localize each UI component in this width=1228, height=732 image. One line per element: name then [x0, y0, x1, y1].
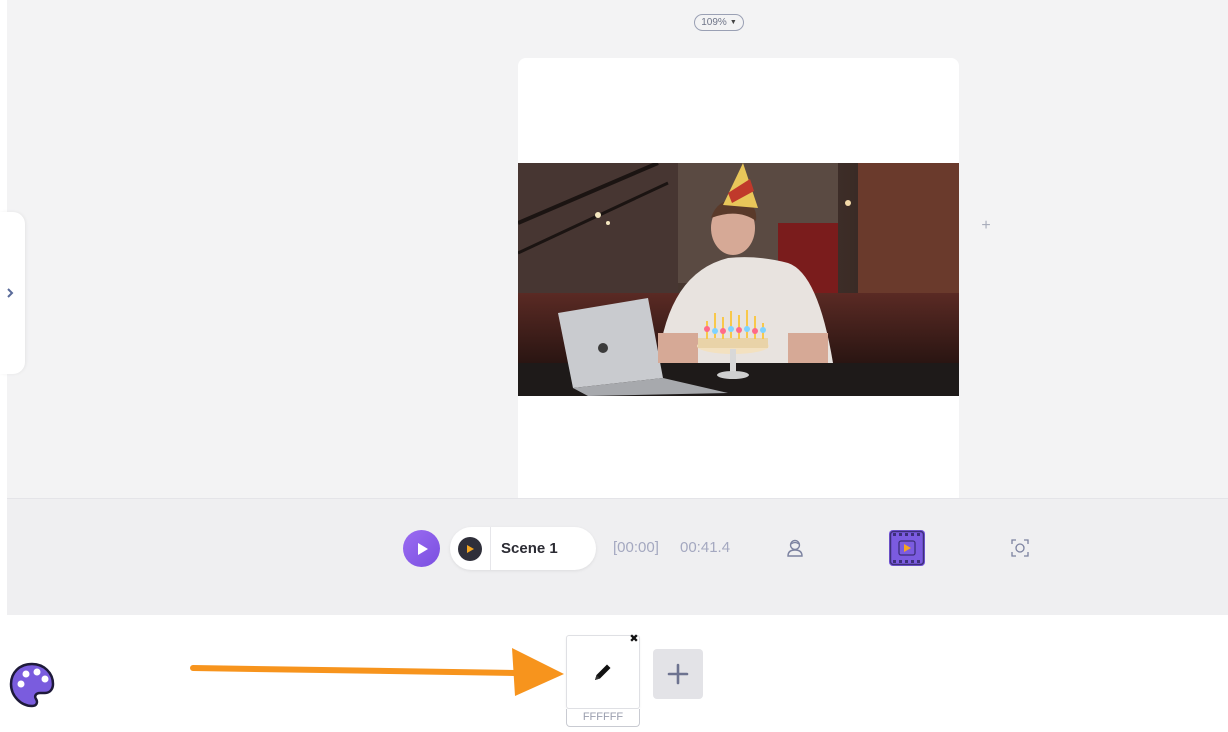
film-play-icon [889, 530, 925, 566]
current-time: [00:00] [613, 539, 659, 556]
chevron-right-icon [6, 288, 13, 298]
plus-icon [667, 663, 689, 685]
remove-swatch-close-icon[interactable]: ✖ [628, 633, 640, 645]
annotation-arrow [190, 640, 570, 705]
video-film-button[interactable] [889, 530, 925, 566]
play-icon [417, 542, 428, 555]
play-button[interactable] [403, 530, 440, 567]
scene-label: Scene 1 [501, 540, 558, 557]
add-element-plus-icon[interactable]: + [979, 218, 993, 234]
birthday-photo-image [518, 163, 959, 396]
character-avatar-icon[interactable] [785, 538, 805, 563]
add-color-button[interactable] [653, 649, 703, 699]
scene-selector[interactable]: Scene 1 [450, 527, 596, 570]
total-duration: 00:41.4 [680, 539, 731, 556]
pencil-icon [595, 664, 611, 680]
swatch-hex-value[interactable]: FFFFFF [566, 709, 640, 727]
sidebar-toggle[interactable] [0, 212, 25, 374]
palette-icon[interactable] [9, 662, 55, 713]
scene-canvas[interactable] [518, 58, 959, 498]
zoom-value: 109% [701, 17, 727, 28]
play-icon [467, 544, 474, 553]
color-swatch[interactable] [566, 635, 640, 709]
capture-frame-icon[interactable] [1011, 539, 1029, 562]
timeline-bar [7, 498, 1228, 615]
zoom-dropdown[interactable]: 109% ▼ [694, 14, 744, 31]
scene-play-button[interactable] [450, 527, 491, 570]
scene-photo[interactable] [518, 163, 959, 396]
caret-down-icon: ▼ [729, 19, 737, 26]
